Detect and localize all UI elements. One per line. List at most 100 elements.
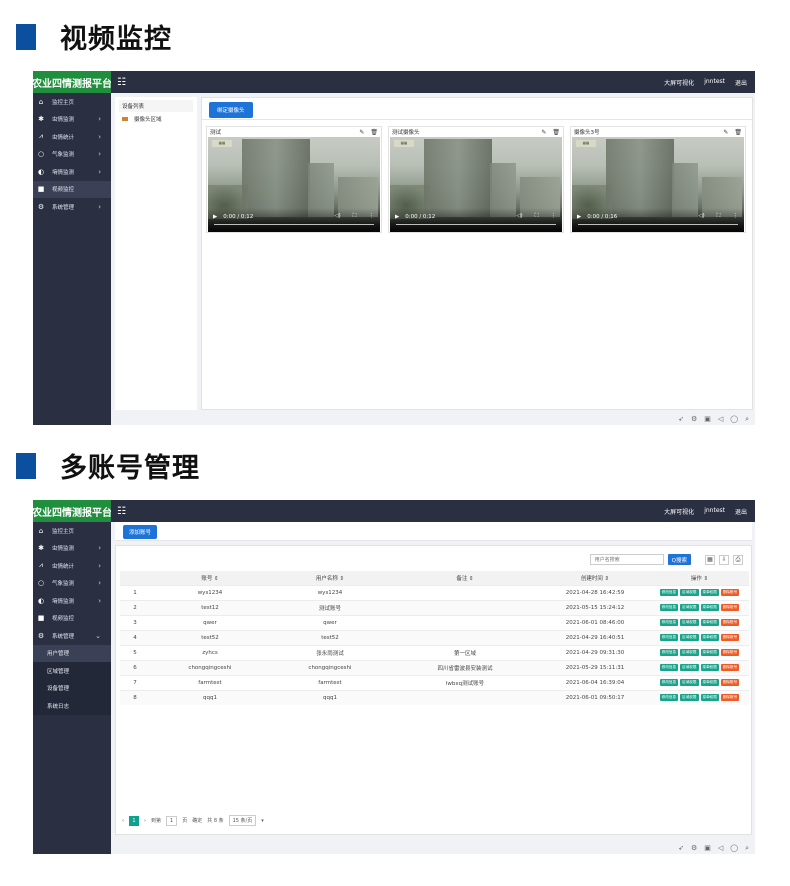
fullscreen-icon[interactable]: ⛶ bbox=[535, 213, 539, 220]
fullscreen-icon[interactable]: ⛶ bbox=[353, 213, 357, 220]
next-page-icon[interactable]: › bbox=[144, 818, 146, 824]
big-screen-link[interactable]: 大屏可视化 bbox=[664, 78, 694, 87]
edit-info-button[interactable]: 修改信息 bbox=[659, 679, 679, 686]
menu-toggle-icon[interactable]: ☷ bbox=[117, 77, 126, 88]
delete-account-button[interactable]: 删除账号 bbox=[720, 694, 740, 702]
settings-icon[interactable]: ⚙ bbox=[691, 415, 697, 424]
sidebar-subitem[interactable]: 系统日志 bbox=[33, 697, 111, 715]
play-icon[interactable]: ▶ bbox=[395, 214, 399, 220]
columns-icon[interactable]: ▦ bbox=[705, 554, 715, 565]
sidebar-item[interactable]: ⚙ 系统管理 ⌄ bbox=[33, 627, 111, 645]
column-header[interactable]: 创建时间 ⇕ bbox=[540, 571, 650, 585]
edit-info-button[interactable]: 修改信息 bbox=[659, 694, 679, 702]
sidebar-subitem[interactable]: 用户管理 bbox=[33, 644, 111, 662]
edit-info-button[interactable]: 修改信息 bbox=[659, 634, 679, 641]
play-icon[interactable]: ▶ bbox=[213, 214, 217, 220]
sidebar-item[interactable]: ○ 气象监测 › bbox=[33, 575, 111, 593]
region-permission-button[interactable]: 区域权限 bbox=[680, 589, 699, 596]
delete-account-button[interactable]: 删除账号 bbox=[720, 679, 740, 686]
menu-toggle-icon[interactable]: ☷ bbox=[117, 506, 126, 517]
delete-account-button[interactable]: 删除账号 bbox=[720, 634, 740, 641]
sidebar-item[interactable]: ⩘ 虫情统计 › bbox=[33, 557, 111, 575]
user-name[interactable]: jnntest bbox=[704, 507, 725, 516]
progress-bar[interactable] bbox=[396, 224, 556, 225]
chevron-down-icon[interactable]: ▾ bbox=[261, 818, 264, 824]
brand-logo[interactable]: 农业四情测报平台 bbox=[33, 500, 111, 522]
add-account-button[interactable]: 添加账号 bbox=[123, 525, 158, 539]
region-permission-button[interactable]: 区域权限 bbox=[680, 634, 699, 641]
delete-icon[interactable]: 🗑 bbox=[734, 129, 742, 136]
edit-info-button[interactable]: 修改信息 bbox=[659, 589, 679, 596]
menu-permission-button[interactable]: 菜单权限 bbox=[700, 589, 719, 596]
more-icon[interactable]: ⋮ bbox=[369, 213, 375, 220]
rocket-icon[interactable]: ➶ bbox=[678, 844, 684, 853]
column-header[interactable]: 账号 ⇕ bbox=[150, 571, 270, 585]
delete-icon[interactable]: 🗑 bbox=[370, 129, 378, 136]
search-input[interactable] bbox=[589, 554, 664, 565]
export-icon[interactable]: ⇩ bbox=[719, 554, 729, 565]
bind-camera-button[interactable]: 绑定摄像头 bbox=[209, 102, 253, 118]
sidebar-item[interactable]: ■ 视频监控 bbox=[33, 610, 111, 628]
search-button[interactable]: Q搜索 bbox=[667, 554, 691, 565]
edit-icon[interactable]: ✎ bbox=[359, 129, 364, 136]
region-permission-button[interactable]: 区域权限 bbox=[680, 619, 699, 626]
sidebar-item[interactable]: ■ 视频监控 bbox=[33, 180, 111, 198]
chat-icon[interactable]: ◯ bbox=[730, 844, 738, 853]
tree-node-camera-area[interactable]: 摄像头区域 bbox=[115, 115, 197, 123]
sidebar-item[interactable]: ⌂ 监控主页 bbox=[33, 522, 111, 540]
video-player[interactable]: ▦▦ ▶ 0:00 / 0:12 ◁) ⛶ ⋮ bbox=[208, 137, 380, 232]
search-icon[interactable]: ⌕ bbox=[745, 844, 749, 853]
delete-account-button[interactable]: 删除账号 bbox=[720, 604, 740, 611]
sidebar-item[interactable]: ✱ 虫情监测 › bbox=[33, 111, 111, 129]
progress-bar[interactable] bbox=[214, 224, 374, 225]
delete-icon[interactable]: ▣ bbox=[704, 844, 711, 853]
delete-icon[interactable]: ▣ bbox=[704, 415, 711, 424]
user-name[interactable]: jnntest bbox=[704, 78, 725, 87]
edit-info-button[interactable]: 修改信息 bbox=[659, 664, 679, 671]
video-player[interactable]: ▦▦ ▶ 0:00 / 0:16 ◁) ⛶ ⋮ bbox=[572, 137, 744, 232]
delete-account-button[interactable]: 删除账号 bbox=[720, 649, 740, 656]
chat-icon[interactable]: ◯ bbox=[730, 415, 738, 424]
play-icon[interactable]: ▶ bbox=[577, 214, 581, 220]
volume-icon[interactable]: ◁ bbox=[718, 415, 723, 424]
brand-logo[interactable]: 农业四情测报平台 bbox=[33, 71, 111, 93]
page-size-select[interactable]: 15 条/页 bbox=[228, 815, 257, 826]
menu-permission-button[interactable]: 菜单权限 bbox=[700, 604, 719, 611]
edit-info-button[interactable]: 修改信息 bbox=[659, 649, 679, 656]
goto-confirm-button[interactable]: 确定 bbox=[192, 817, 202, 824]
sidebar-item[interactable]: ○ 气象监测 › bbox=[33, 146, 111, 164]
sidebar-item[interactable]: ◐ 墒情监测 › bbox=[33, 592, 111, 610]
fullscreen-icon[interactable]: ⛶ bbox=[717, 213, 721, 220]
volume-icon[interactable]: ◁ bbox=[718, 844, 723, 853]
sidebar-subitem[interactable]: 设备管理 bbox=[33, 679, 111, 697]
region-permission-button[interactable]: 区域权限 bbox=[680, 604, 699, 611]
delete-account-button[interactable]: 删除账号 bbox=[720, 589, 740, 596]
settings-icon[interactable]: ⚙ bbox=[691, 844, 697, 853]
volume-icon[interactable]: ◁) bbox=[698, 213, 704, 220]
edit-icon[interactable]: ✎ bbox=[723, 129, 728, 136]
menu-permission-button[interactable]: 菜单权限 bbox=[700, 619, 719, 626]
edit-info-button[interactable]: 修改信息 bbox=[659, 619, 679, 626]
volume-icon[interactable]: ◁) bbox=[334, 213, 340, 220]
delete-account-button[interactable]: 删除账号 bbox=[720, 664, 740, 671]
delete-icon[interactable]: 🗑 bbox=[552, 129, 560, 136]
menu-permission-button[interactable]: 菜单权限 bbox=[700, 679, 719, 686]
logout-link[interactable]: 退出 bbox=[735, 507, 747, 516]
search-icon[interactable]: ⌕ bbox=[745, 415, 749, 424]
print-icon[interactable]: ⎙ bbox=[733, 554, 743, 565]
column-header[interactable]: 用户名称 ⇕ bbox=[270, 571, 390, 585]
column-header[interactable]: 操作 ⇕ bbox=[650, 571, 749, 585]
sidebar-item[interactable]: ✱ 虫情监测 › bbox=[33, 540, 111, 558]
volume-icon[interactable]: ◁) bbox=[516, 213, 522, 220]
menu-permission-button[interactable]: 菜单权限 bbox=[700, 649, 719, 656]
region-permission-button[interactable]: 区域权限 bbox=[680, 694, 699, 702]
logout-link[interactable]: 退出 bbox=[735, 78, 747, 87]
menu-permission-button[interactable]: 菜单权限 bbox=[700, 634, 719, 641]
edit-info-button[interactable]: 修改信息 bbox=[659, 604, 679, 611]
rocket-icon[interactable]: ➶ bbox=[678, 415, 684, 424]
sidebar-subitem[interactable]: 区域管理 bbox=[33, 662, 111, 680]
sidebar-item[interactable]: ⚙ 系统管理 › bbox=[33, 198, 111, 216]
progress-bar[interactable] bbox=[578, 224, 738, 225]
edit-icon[interactable]: ✎ bbox=[541, 129, 546, 136]
sidebar-item[interactable]: ⩘ 虫情统计 › bbox=[33, 128, 111, 146]
